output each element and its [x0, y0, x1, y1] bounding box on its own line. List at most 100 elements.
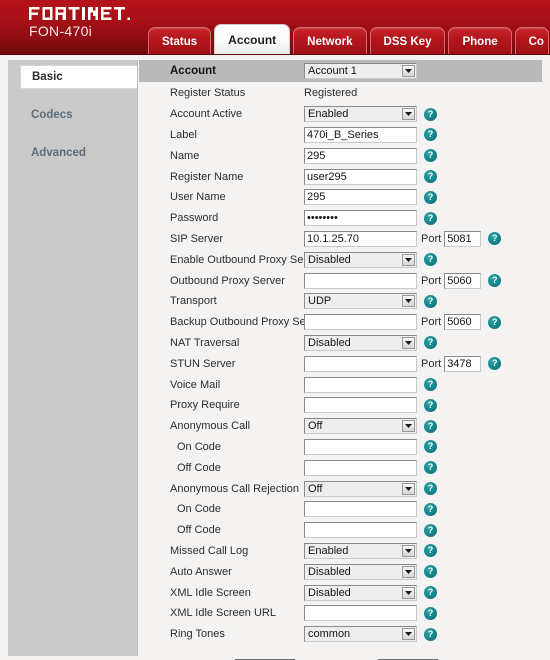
form-row: User Name?: [139, 187, 542, 208]
field-control-wrap: Disabled?: [304, 251, 437, 268]
chevron-down-icon[interactable]: [402, 420, 415, 433]
input-off-code[interactable]: [304, 459, 417, 476]
select-anonymous-call-rejection[interactable]: Off: [304, 480, 417, 497]
field-label-name: Name: [170, 149, 200, 162]
help-question-icon[interactable]: ?: [424, 378, 437, 392]
input-register-name[interactable]: [304, 168, 417, 185]
field-control-wrap: common?: [304, 626, 437, 643]
input-on-code[interactable]: [304, 438, 417, 455]
input-sip-server[interactable]: [304, 230, 417, 247]
input-name[interactable]: [304, 147, 417, 164]
field-label-sip-server: SIP Server: [170, 232, 223, 245]
sidebar-item-advanced[interactable]: Advanced: [16, 141, 129, 165]
chevron-down-icon[interactable]: [402, 586, 415, 599]
field-control-wrap: ?: [304, 147, 437, 164]
tab-phone[interactable]: Phone: [448, 27, 512, 55]
help-question-icon[interactable]: ?: [424, 544, 437, 558]
field-label-missed-call-log: Missed Call Log: [170, 544, 249, 557]
help-question-icon[interactable]: ?: [424, 128, 437, 142]
chevron-down-icon[interactable]: [402, 628, 415, 641]
tab-contacts[interactable]: Co: [514, 27, 549, 55]
sidebar-item-label: Basic: [32, 71, 63, 83]
help-question-icon[interactable]: ?: [424, 523, 437, 537]
help-question-icon[interactable]: ?: [424, 502, 437, 516]
help-question-icon[interactable]: ?: [488, 232, 502, 246]
help-question-icon[interactable]: ?: [424, 565, 437, 579]
field-label-ring-tones: Ring Tones: [170, 628, 225, 641]
help-question-icon[interactable]: ?: [424, 211, 437, 225]
form-row: Off Code?: [139, 457, 542, 478]
input-port-outbound-proxy-server[interactable]: [444, 272, 482, 289]
select-anonymous-call[interactable]: Off: [304, 418, 417, 435]
help-question-icon[interactable]: ?: [424, 419, 437, 433]
help-question-icon[interactable]: ?: [424, 107, 437, 121]
select-transport[interactable]: UDP: [304, 293, 417, 310]
select-missed-call-log[interactable]: Enabled: [304, 542, 417, 559]
select-enable-outbound-proxy-server[interactable]: Disabled: [304, 251, 417, 268]
field-label-anonymous-call-rejection: Anonymous Call Rejection: [170, 482, 300, 495]
input-password[interactable]: [304, 210, 417, 227]
help-question-icon[interactable]: ?: [424, 253, 437, 267]
input-port-stun-server[interactable]: [444, 355, 482, 372]
form-footer: Confirm Cancel: [139, 653, 542, 660]
select-value: common: [308, 628, 351, 641]
input-xml-idle-screen-url[interactable]: [304, 605, 417, 622]
help-question-icon[interactable]: ?: [424, 170, 437, 184]
tab-status[interactable]: Status: [148, 27, 212, 55]
input-user-name[interactable]: [304, 189, 417, 206]
field-control-wrap: Port?: [304, 355, 502, 372]
select-auto-answer[interactable]: Disabled: [304, 563, 417, 580]
help-question-icon[interactable]: ?: [424, 586, 437, 600]
help-question-icon[interactable]: ?: [488, 315, 502, 329]
help-question-icon[interactable]: ?: [424, 398, 437, 412]
help-question-icon[interactable]: ?: [488, 274, 502, 288]
field-control-wrap: Disabled?: [304, 584, 437, 601]
tab-dss-key[interactable]: DSS Key: [369, 27, 446, 55]
form-rows: Register Status Registered Account Active E…: [139, 83, 542, 645]
field-control-wrap: Off?: [304, 418, 437, 435]
help-question-icon[interactable]: ?: [424, 190, 437, 204]
port-label: Port: [421, 274, 442, 287]
select-nat-traversal[interactable]: Disabled: [304, 334, 417, 351]
chevron-down-icon[interactable]: [402, 108, 415, 121]
help-question-icon[interactable]: ?: [424, 461, 437, 475]
field-label-outbound-proxy-server: Outbound Proxy Server: [170, 274, 285, 287]
chevron-down-icon[interactable]: [402, 482, 415, 495]
select-ring-tones[interactable]: common: [304, 626, 417, 643]
sidebar-item-codecs[interactable]: Codecs: [16, 103, 129, 127]
tab-account[interactable]: Account: [214, 24, 291, 55]
chevron-down-icon[interactable]: [402, 295, 415, 308]
chevron-down-icon[interactable]: [402, 544, 415, 557]
help-question-icon[interactable]: ?: [488, 357, 502, 371]
field-label-stun-server: STUN Server: [170, 357, 236, 370]
help-question-icon[interactable]: ?: [424, 606, 437, 620]
input-on-code[interactable]: [304, 501, 417, 518]
help-question-icon[interactable]: ?: [424, 149, 437, 163]
chevron-down-icon[interactable]: [402, 253, 415, 266]
help-question-icon[interactable]: ?: [424, 627, 437, 641]
input-off-code[interactable]: [304, 522, 417, 539]
help-question-icon[interactable]: ?: [424, 336, 437, 350]
chevron-down-icon[interactable]: [402, 336, 415, 349]
help-question-icon[interactable]: ?: [424, 482, 437, 496]
input-backup-outbound-proxy-server[interactable]: [304, 314, 417, 331]
input-port-sip-server[interactable]: [444, 230, 482, 247]
chevron-down-icon[interactable]: [402, 65, 415, 77]
account-select[interactable]: Account 1: [304, 63, 417, 79]
tab-network[interactable]: Network: [293, 27, 367, 55]
select-account-active[interactable]: Enabled: [304, 106, 417, 123]
input-stun-server[interactable]: [304, 355, 417, 372]
field-control-wrap: ?: [304, 522, 437, 539]
input-outbound-proxy-server[interactable]: [304, 272, 417, 289]
sidebar-item-basic[interactable]: Basic: [20, 65, 137, 89]
input-port-backup-outbound-proxy-server[interactable]: [444, 314, 482, 331]
help-question-icon[interactable]: ?: [424, 294, 437, 308]
select-xml-idle-screen[interactable]: Disabled: [304, 584, 417, 601]
form-row: Missed Call Log Enabled?: [139, 541, 542, 562]
input-label[interactable]: [304, 126, 417, 143]
input-proxy-require[interactable]: [304, 397, 417, 414]
field-label-account-active: Account Active: [170, 108, 243, 121]
input-voice-mail[interactable]: [304, 376, 417, 393]
chevron-down-icon[interactable]: [402, 565, 415, 578]
help-question-icon[interactable]: ?: [424, 440, 437, 454]
